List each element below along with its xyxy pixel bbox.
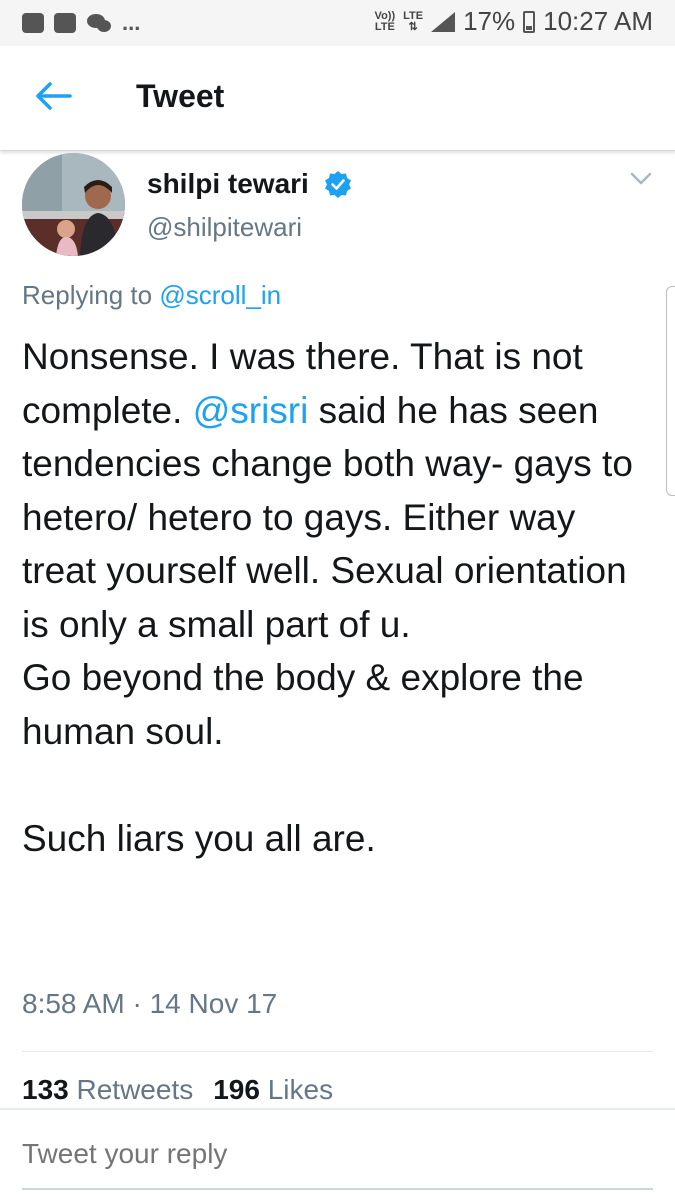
arrow-left-icon[interactable] <box>34 80 74 112</box>
reply-input[interactable] <box>22 1138 622 1170</box>
verified-badge-icon <box>325 171 351 198</box>
author-name[interactable]: shilpi tewari <box>147 168 309 200</box>
avatar[interactable] <box>22 153 125 256</box>
replying-to: Replying to @scroll_in <box>22 280 281 311</box>
tweet-body: Nonsense. I was there. That is not compl… <box>22 330 657 865</box>
battery-percent: 17% <box>463 6 516 36</box>
replying-to-label: Replying to <box>22 280 153 310</box>
divider <box>0 1108 675 1110</box>
status-time: 10:27 AM <box>543 6 653 36</box>
author-handle[interactable]: @shilpitewari <box>147 212 302 243</box>
page-title: Tweet <box>136 78 225 114</box>
likes-stat[interactable]: 196 Likes <box>213 1074 333 1105</box>
lte-indicator: LTE ⇅ <box>403 9 424 33</box>
likes-label: Likes <box>267 1074 334 1105</box>
bbm-icon <box>22 13 44 33</box>
replying-to-link[interactable]: @scroll_in <box>159 280 281 310</box>
status-bar: ... Vo)) LTE LTE ⇅ 17% 10:27 AM <box>0 0 675 46</box>
retweets-label: Retweets <box>76 1074 194 1105</box>
wechat-icon <box>87 14 111 32</box>
likes-count: 196 <box>213 1074 260 1105</box>
more-notifications-indicator: ... <box>122 10 141 35</box>
avatar-photo <box>22 153 125 256</box>
app-header: Tweet <box>0 46 675 151</box>
tweet-stats: 133 Retweets 196 Likes <box>22 1074 333 1106</box>
reply-input-underline <box>22 1188 653 1190</box>
notification-icons: ... <box>22 10 140 36</box>
tweet-text-part: said he has seen tendencies change both … <box>22 389 633 859</box>
retweets-stat[interactable]: 133 Retweets <box>22 1074 193 1105</box>
signal-icon <box>431 11 456 32</box>
scroll-indicator[interactable] <box>666 286 675 496</box>
divider <box>22 1051 653 1052</box>
chevron-down-icon[interactable] <box>630 172 652 186</box>
battery-icon <box>523 10 536 33</box>
bbm-chat-icon <box>54 13 76 33</box>
tweet-timestamp: 8:58 AM · 14 Nov 17 <box>22 988 278 1019</box>
retweets-count: 133 <box>22 1074 69 1105</box>
mention-link[interactable]: @srisri <box>193 390 309 431</box>
network-indicator: Vo)) LTE <box>374 9 396 33</box>
